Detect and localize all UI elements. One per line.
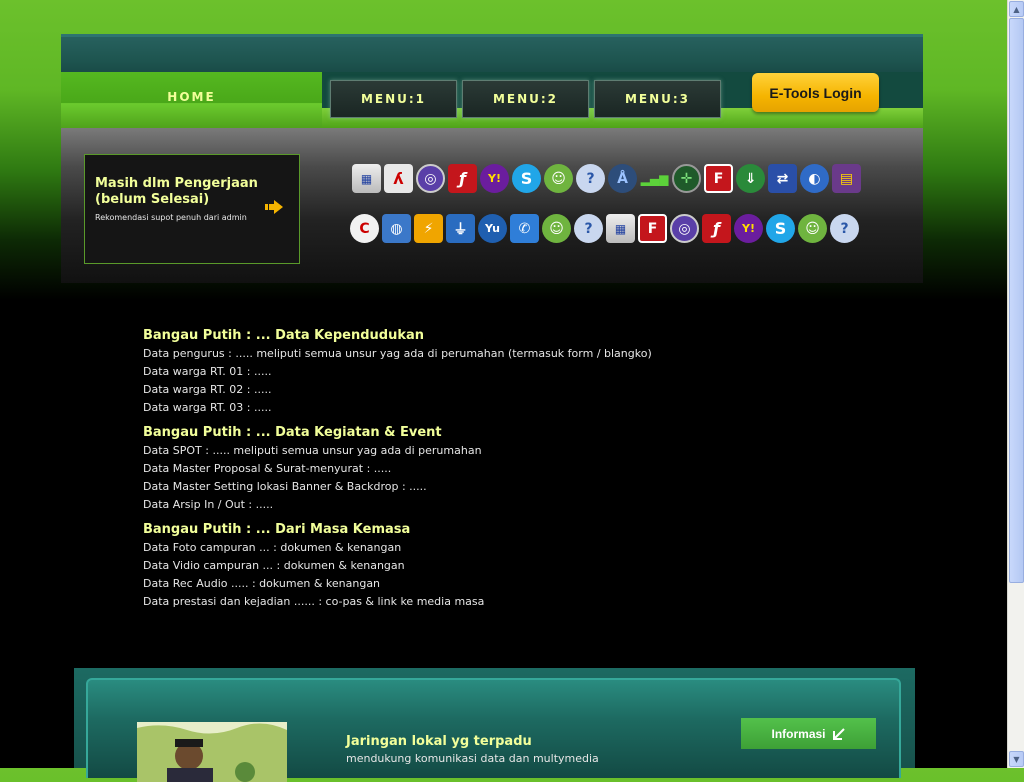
yahoo-icon[interactable]: Y!: [480, 164, 509, 193]
section-line: Data Foto campuran ... : dokumen & kenan…: [143, 541, 402, 554]
radar-icon[interactable]: ✛: [672, 164, 701, 193]
notice-title: Masih dlm Pengerjaan (belum Selesai): [95, 176, 258, 207]
main-content: Bangau Putih : ... Data Kependudukan Dat…: [143, 328, 843, 619]
notice-box[interactable]: Masih dlm Pengerjaan (belum Selesai) Rek…: [84, 154, 300, 264]
network-icon[interactable]: ⇄: [768, 164, 797, 193]
person-photo-icon: [137, 722, 287, 782]
messenger-icon[interactable]: ☺: [542, 214, 571, 243]
chat-icon[interactable]: ?: [830, 214, 859, 243]
filezilla-icon[interactable]: F: [704, 164, 733, 193]
section-line: Data prestasi dan kejadian ...... : co-p…: [143, 595, 485, 608]
section-line: Data Arsip In / Out : .....: [143, 498, 274, 511]
section-line: Data SPOT : ..... meliputi semua unsur y…: [143, 444, 482, 457]
informasi-label: Informasi: [771, 726, 826, 741]
filezilla-icon[interactable]: F: [638, 214, 667, 243]
nav-menu-1[interactable]: MENU:1: [330, 80, 457, 118]
section-line: Data Master Proposal & Surat-menyurat : …: [143, 462, 392, 475]
section-kegiatan: Bangau Putih : ... Data Kegiatan & Event…: [143, 425, 843, 514]
scroll-thumb[interactable]: [1009, 18, 1024, 583]
flash-icon[interactable]: ƒ: [448, 164, 477, 193]
ccleaner-icon[interactable]: C: [350, 214, 379, 243]
torrent-icon[interactable]: ◎: [670, 214, 699, 243]
winrar-icon[interactable]: ▤: [832, 164, 861, 193]
informasi-button[interactable]: Informasi: [741, 718, 876, 749]
skype-icon[interactable]: S: [766, 214, 795, 243]
signal-icon[interactable]: ▂▄▆: [640, 164, 669, 193]
profile-photo: [137, 722, 287, 782]
yahoo-icon[interactable]: Y!: [734, 214, 763, 243]
torrent-icon[interactable]: ◎: [416, 164, 445, 193]
section-line: Data warga RT. 03 : .....: [143, 401, 272, 414]
section-line: Data pengurus : ..... meliputi semua uns…: [143, 347, 652, 360]
yu-icon[interactable]: Yu: [478, 214, 507, 243]
messenger-icon[interactable]: ☺: [798, 214, 827, 243]
scroll-up-button[interactable]: ▲: [1009, 1, 1024, 17]
lightning-icon[interactable]: ⚡: [414, 214, 443, 243]
phone-icon[interactable]: ✆: [510, 214, 539, 243]
flash-icon[interactable]: ƒ: [702, 214, 731, 243]
usb-icon[interactable]: ⏚: [446, 214, 475, 243]
section-kependudukan: Bangau Putih : ... Data Kependudukan Dat…: [143, 328, 843, 417]
footer-title: Jaringan lokal yg terpadu: [346, 734, 532, 749]
nav-menu-3[interactable]: MENU:3: [594, 80, 721, 118]
download-manager-icon[interactable]: ⇓: [736, 164, 765, 193]
section-line: Data Rec Audio ..... : dokumen & kenanga…: [143, 577, 381, 590]
app-icons-row-2: C ◍ ⚡ ⏚ Yu ✆ ☺ ? ▦ F ◎ ƒ Y! S ☺ ?: [350, 214, 859, 243]
skype-icon[interactable]: S: [512, 164, 541, 193]
chat-icon[interactable]: ?: [574, 214, 603, 243]
nav-home[interactable]: HOME: [61, 72, 322, 128]
chat-icon[interactable]: ?: [576, 164, 605, 193]
header-bar: [61, 34, 923, 75]
messenger-icon[interactable]: ☺: [544, 164, 573, 193]
notice-subtitle: Rekomendasi supot penuh dari admin: [95, 213, 247, 222]
vertical-scrollbar[interactable]: ▲ ▼: [1007, 0, 1024, 768]
scroll-down-button[interactable]: ▼: [1009, 751, 1024, 767]
e-tools-login-button[interactable]: E-Tools Login: [752, 73, 879, 112]
section-line: Data warga RT. 01 : .....: [143, 365, 272, 378]
footer-subtitle: mendukung komunikasi data dan multymedia: [346, 752, 599, 765]
nav-bar: HOME MENU:1 MENU:2 MENU:3 E-Tools Login: [61, 72, 923, 128]
section-line: Data Vidio campuran ... : dokumen & kena…: [143, 559, 405, 572]
section-title: Bangau Putih : ... Dari Masa Kemasa: [143, 522, 411, 537]
footer: Jaringan lokal yg terpadu mendukung komu…: [74, 668, 915, 782]
antenna-icon[interactable]: Å: [608, 164, 637, 193]
section-line: Data warga RT. 02 : .....: [143, 383, 272, 396]
banner: Masih dlm Pengerjaan (belum Selesai) Rek…: [61, 128, 923, 283]
google-earth-icon[interactable]: ◐: [800, 164, 829, 193]
section-line: Data Master Setting lokasi Banner & Back…: [143, 480, 427, 493]
app-icons-row-1: ▦ ʎ ◎ ƒ Y! S ☺ ? Å ▂▄▆ ✛ F ⇓ ⇄ ◐ ▤: [352, 164, 861, 193]
section-title: Bangau Putih : ... Data Kependudukan: [143, 328, 425, 343]
nav-menu-2[interactable]: MENU:2: [462, 80, 589, 118]
monitor-icon[interactable]: ▦: [606, 214, 635, 243]
arrow-right-icon[interactable]: [265, 200, 283, 214]
section-masa-kemasa: Bangau Putih : ... Dari Masa Kemasa Data…: [143, 522, 843, 611]
monitor-icon[interactable]: ▦: [352, 164, 381, 193]
section-title: Bangau Putih : ... Data Kegiatan & Event: [143, 425, 442, 440]
network-globe-icon[interactable]: ◍: [382, 214, 411, 243]
pdf-icon[interactable]: ʎ: [384, 164, 413, 193]
arrow-down-left-icon: [832, 727, 845, 740]
